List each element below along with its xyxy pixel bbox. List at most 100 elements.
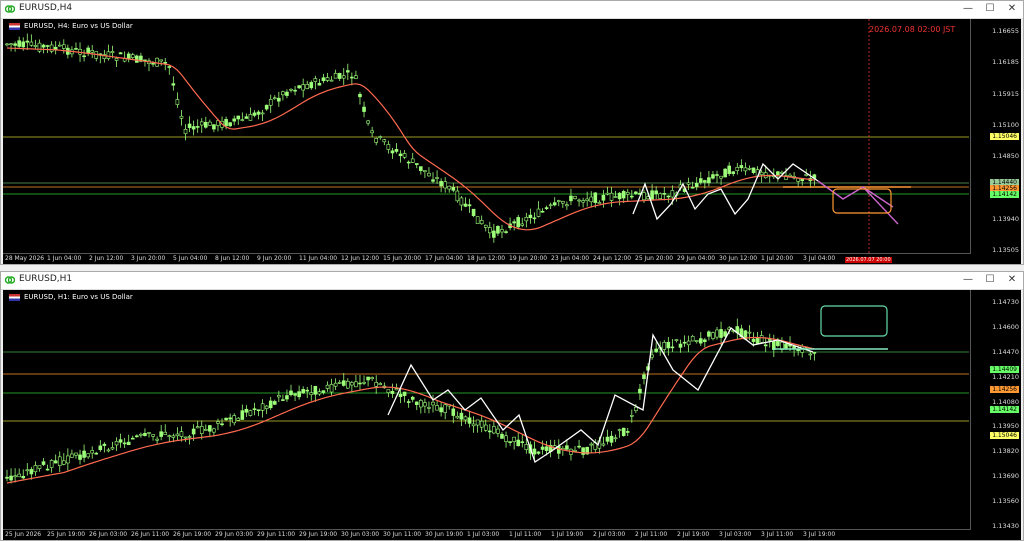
candle-body xyxy=(268,99,273,106)
candle-body xyxy=(341,380,346,386)
candle-body xyxy=(236,115,241,120)
price-scale[interactable]: 1.166551.161851.159151.151001.148501.144… xyxy=(970,19,1021,264)
close-button[interactable]: ✕ xyxy=(1001,2,1023,16)
price-tick: 1.14470 xyxy=(992,347,1019,356)
window-titlebar[interactable]: EURUSD,H1 — ☐ ✕ xyxy=(1,272,1023,290)
candle-body xyxy=(248,410,253,416)
time-tick: 25 Jun 20:00 xyxy=(635,255,674,262)
candle-body xyxy=(301,389,305,394)
price-chart-h1[interactable]: EURUSD, H1: Euro vs US Dollar 1.14730 1.1… xyxy=(3,290,1021,540)
candle-body xyxy=(617,192,622,200)
candle-body xyxy=(532,448,537,455)
time-tick: 11 Jun 04:00 xyxy=(299,255,338,262)
price-chart-h4[interactable]: EURUSD, H4: Euro vs US Dollar 2026.07.08… xyxy=(3,19,1021,264)
time-tick: 19 Jun 20:00 xyxy=(509,255,548,262)
candle-body xyxy=(199,121,204,126)
candle-body xyxy=(321,77,326,82)
price-tick: 1.15915 xyxy=(992,89,1019,98)
candle-body xyxy=(289,390,293,396)
candle-body xyxy=(427,407,431,409)
candle-body xyxy=(666,341,671,349)
candle-body xyxy=(703,339,707,343)
candle-body xyxy=(670,190,675,198)
candle-body xyxy=(431,179,435,182)
candle-body xyxy=(589,443,594,446)
time-tick: 30 Jun 11:00 xyxy=(383,531,422,538)
time-scale[interactable]: 25 Jun 2026 25 Jun 19:00 26 Jun 03:00 26 Ju… xyxy=(3,529,971,540)
candle-body xyxy=(467,417,472,424)
close-button[interactable]: ✕ xyxy=(1001,273,1023,287)
time-tick: 5 Jun 04:00 xyxy=(173,255,208,262)
candle-body xyxy=(747,168,752,170)
time-tick: 9 Jun 20:00 xyxy=(257,255,292,262)
time-tick: 3 Jul 04:00 xyxy=(803,255,836,262)
candle-body xyxy=(394,149,399,152)
time-scale[interactable]: 28 May 2026 1 Jun 04:00 2 Jun 12:00 3 Jun 2… xyxy=(3,253,971,264)
candlestick-plot[interactable] xyxy=(3,19,1021,264)
candle-body xyxy=(228,122,232,127)
candle-body xyxy=(268,400,273,409)
level-price-tag: 1.14142 xyxy=(990,406,1019,413)
candle-body xyxy=(577,445,581,448)
candle-body xyxy=(804,174,809,176)
candle-body xyxy=(414,401,419,405)
candle-body xyxy=(329,79,334,82)
candle-body xyxy=(516,439,521,447)
candle-body xyxy=(21,41,26,48)
candle-body xyxy=(57,456,62,466)
chart-window-h4[interactable]: EURUSD,H4 — ☐ ✕ EURUSD, H4: Euro vs US D… xyxy=(0,0,1024,265)
maximize-button[interactable]: ☐ xyxy=(979,2,1001,16)
candle-body xyxy=(25,40,30,43)
candle-body xyxy=(601,443,606,446)
candle-body xyxy=(333,382,338,387)
candle-body xyxy=(589,196,594,203)
minimize-button[interactable]: — xyxy=(957,273,979,287)
candle-body xyxy=(536,208,541,217)
candle-body xyxy=(346,380,350,389)
window-titlebar[interactable]: EURUSD,H4 — ☐ ✕ xyxy=(1,1,1023,19)
candle-body xyxy=(496,226,500,234)
candle-body xyxy=(195,426,200,429)
time-tick: 2 Jul 03:00 xyxy=(593,531,626,538)
price-tick: 1.13820 xyxy=(992,447,1019,456)
candle-body xyxy=(666,195,671,198)
price-scale[interactable]: 1.14730 1.14600 1.14470 1.14210 1.14080 1.139… xyxy=(970,290,1021,540)
time-tick: 25 Jun 19:00 xyxy=(47,531,86,538)
candle-body xyxy=(759,335,764,343)
window-title: EURUSD,H4 xyxy=(19,3,73,13)
candle-body xyxy=(565,445,569,450)
candle-body xyxy=(264,104,269,110)
candle-body xyxy=(463,203,468,207)
candle-body xyxy=(642,192,646,201)
candle-body xyxy=(755,337,760,344)
candle-body xyxy=(17,40,21,47)
candle-body xyxy=(621,427,626,436)
candle-body xyxy=(609,435,614,443)
time-tick: 29 Jun 03:00 xyxy=(215,531,254,538)
candle-body xyxy=(260,112,265,115)
candle-body xyxy=(62,44,66,49)
time-tick: 12 Jun 12:00 xyxy=(341,255,380,262)
candle-body xyxy=(130,437,135,440)
candle-body xyxy=(143,432,147,436)
candle-body xyxy=(475,419,480,426)
candle-body xyxy=(447,185,452,190)
candle-body xyxy=(25,469,30,472)
minimize-button[interactable]: — xyxy=(957,2,979,16)
candle-body xyxy=(423,170,427,172)
time-tick: 2 Jul 11:00 xyxy=(635,531,668,538)
candle-body xyxy=(707,177,711,184)
chart-window-h1[interactable]: EURUSD,H1 — ☐ ✕ EURUSD, H1: Euro vs US D… xyxy=(0,271,1024,541)
price-tick: 1.14080 xyxy=(992,397,1019,406)
candle-body xyxy=(776,340,780,346)
candlestick-plot[interactable] xyxy=(3,290,1021,540)
candle-body xyxy=(524,217,529,222)
candle-body xyxy=(82,450,86,458)
candle-body xyxy=(715,329,719,338)
candle-body xyxy=(350,76,354,79)
maximize-button[interactable]: ☐ xyxy=(979,273,1001,287)
candle-body xyxy=(293,89,297,92)
candle-body xyxy=(532,217,537,220)
candle-body xyxy=(9,475,13,481)
candle-body xyxy=(350,382,354,386)
